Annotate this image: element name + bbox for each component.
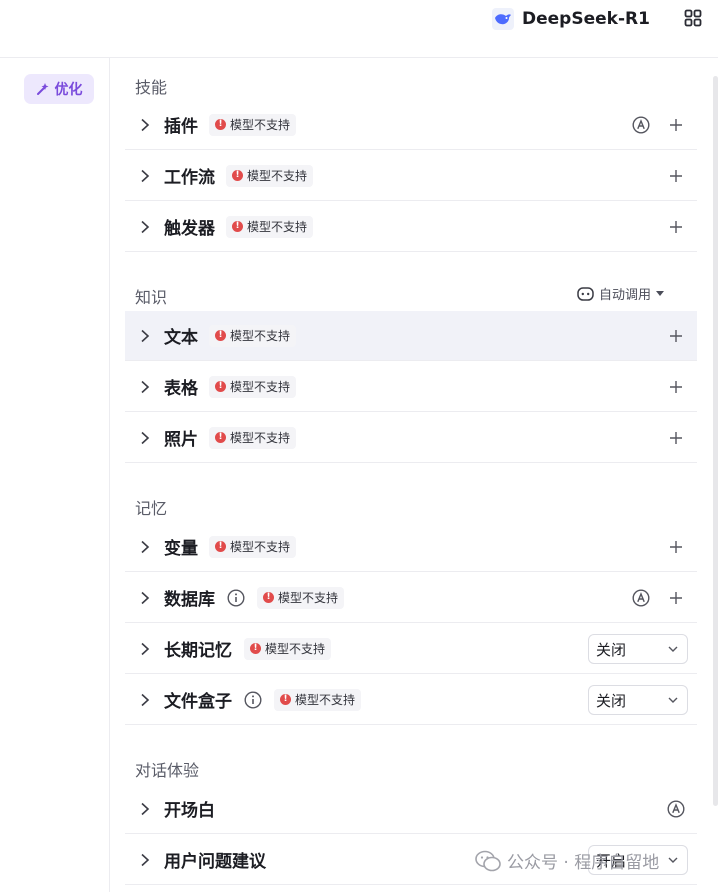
plus-icon[interactable] xyxy=(667,378,685,396)
circle-a-icon[interactable] xyxy=(667,800,685,818)
chevron-right-icon[interactable] xyxy=(139,853,151,867)
grid-icon[interactable] xyxy=(684,9,702,27)
unsupported-badge: ! 模型不支持 xyxy=(209,324,297,347)
section-title-memory: 记忆 xyxy=(135,499,168,518)
alert-dot-icon: ! xyxy=(215,381,226,392)
top-bar: DeepSeek-R1 xyxy=(0,0,718,58)
alert-dot-icon: ! xyxy=(250,643,261,654)
unsupported-badge: ! 模型不支持 xyxy=(244,637,332,660)
alert-dot-icon: ! xyxy=(232,221,243,232)
wechat-icon xyxy=(475,850,501,871)
alert-dot-icon: ! xyxy=(215,330,226,341)
row-opening[interactable]: 开场白 xyxy=(125,784,697,834)
circle-a-icon[interactable] xyxy=(632,116,650,134)
row-label: 长期记忆 xyxy=(164,641,232,661)
alert-dot-icon: ! xyxy=(263,592,274,603)
long-memory-select[interactable]: 关闭 xyxy=(588,634,688,664)
row-label: 照片 xyxy=(164,430,198,450)
alert-dot-icon: ! xyxy=(215,541,226,552)
chevron-down-icon xyxy=(668,697,678,703)
row-trigger[interactable]: 触发器 ! 模型不支持 xyxy=(125,202,697,252)
chevron-right-icon[interactable] xyxy=(139,802,151,816)
watermark: 公众号 · 程序自留地 xyxy=(475,848,659,873)
optimize-button[interactable]: 优化 xyxy=(24,74,94,104)
section-title-chat: 对话体验 xyxy=(135,761,200,780)
row-database[interactable]: 数据库 ! 模型不支持 xyxy=(125,573,697,623)
left-panel: 优化 xyxy=(0,58,110,892)
robot-icon xyxy=(577,286,594,301)
chevron-right-icon[interactable] xyxy=(139,118,151,132)
chevron-right-icon[interactable] xyxy=(139,591,151,605)
deepseek-whale-icon xyxy=(492,8,514,30)
plus-icon[interactable] xyxy=(667,589,685,607)
plus-icon[interactable] xyxy=(667,327,685,345)
chevron-right-icon[interactable] xyxy=(139,540,151,554)
chevron-down-icon xyxy=(668,646,678,652)
row-variable[interactable]: 变量 ! 模型不支持 xyxy=(125,522,697,572)
unsupported-badge: ! 模型不支持 xyxy=(209,375,297,398)
row-label: 数据库 xyxy=(164,590,215,610)
row-long-memory[interactable]: 长期记忆 ! 模型不支持 关闭 xyxy=(125,624,697,674)
alert-dot-icon: ! xyxy=(215,432,226,443)
unsupported-badge: ! 模型不支持 xyxy=(226,215,314,238)
row-label: 表格 xyxy=(164,379,198,399)
section-title-skills: 技能 xyxy=(135,78,168,97)
model-selector[interactable]: DeepSeek-R1 xyxy=(492,6,650,32)
row-label: 文本 xyxy=(164,328,198,348)
row-photo[interactable]: 照片 ! 模型不支持 xyxy=(125,413,697,463)
info-icon[interactable] xyxy=(227,589,245,607)
alert-dot-icon: ! xyxy=(232,170,243,181)
row-label: 工作流 xyxy=(164,168,215,188)
unsupported-badge: ! 模型不支持 xyxy=(209,113,297,136)
section-title-knowledge: 知识 xyxy=(135,288,168,307)
circle-a-icon[interactable] xyxy=(632,589,650,607)
auto-call-dropdown[interactable]: 自动调用 xyxy=(577,284,665,303)
row-label: 变量 xyxy=(164,539,198,559)
row-label: 文件盒子 xyxy=(164,692,232,712)
select-value: 关闭 xyxy=(596,640,627,659)
alert-dot-icon: ! xyxy=(215,119,226,130)
magic-wand-icon xyxy=(36,83,48,95)
caret-down-icon xyxy=(656,290,665,296)
unsupported-badge: ! 模型不支持 xyxy=(257,586,345,609)
optimize-label: 优化 xyxy=(54,82,83,98)
chevron-right-icon[interactable] xyxy=(139,169,151,183)
select-value: 关闭 xyxy=(596,691,627,710)
row-workflow[interactable]: 工作流 ! 模型不支持 xyxy=(125,151,697,201)
row-text[interactable]: 文本 ! 模型不支持 xyxy=(125,311,697,361)
file-box-select[interactable]: 关闭 xyxy=(588,685,688,715)
chevron-right-icon[interactable] xyxy=(139,329,151,343)
unsupported-badge: ! 模型不支持 xyxy=(274,688,362,711)
auto-call-label: 自动调用 xyxy=(599,288,652,303)
chevron-right-icon[interactable] xyxy=(139,693,151,707)
unsupported-badge: ! 模型不支持 xyxy=(209,535,297,558)
plus-icon[interactable] xyxy=(667,218,685,236)
watermark-text: 公众号 · 程序自留地 xyxy=(507,853,660,873)
plus-icon[interactable] xyxy=(667,538,685,556)
plus-icon[interactable] xyxy=(667,167,685,185)
chevron-right-icon[interactable] xyxy=(139,380,151,394)
chevron-right-icon[interactable] xyxy=(139,642,151,656)
row-label: 触发器 xyxy=(164,219,215,239)
config-panel: 技能 插件 ! 模型不支持 工作流 ! 模型不支持 触发器 ! 模型不支持 知识 自动… xyxy=(110,58,718,892)
row-table[interactable]: 表格 ! 模型不支持 xyxy=(125,362,697,412)
row-file-box[interactable]: 文件盒子 ! 模型不支持 关闭 xyxy=(125,675,697,725)
alert-dot-icon: ! xyxy=(280,694,291,705)
model-name: DeepSeek-R1 xyxy=(522,9,650,29)
row-plugin[interactable]: 插件 ! 模型不支持 xyxy=(125,100,697,150)
row-label: 插件 xyxy=(164,117,198,137)
unsupported-badge: ! 模型不支持 xyxy=(226,164,314,187)
chevron-right-icon[interactable] xyxy=(139,431,151,445)
unsupported-badge: ! 模型不支持 xyxy=(209,426,297,449)
scrollbar[interactable] xyxy=(713,76,718,806)
info-icon[interactable] xyxy=(244,691,262,709)
chevron-down-icon xyxy=(668,857,678,863)
plus-icon[interactable] xyxy=(667,429,685,447)
row-label: 用户问题建议 xyxy=(164,852,266,872)
row-label: 开场白 xyxy=(164,801,215,821)
chevron-right-icon[interactable] xyxy=(139,220,151,234)
plus-icon[interactable] xyxy=(667,116,685,134)
